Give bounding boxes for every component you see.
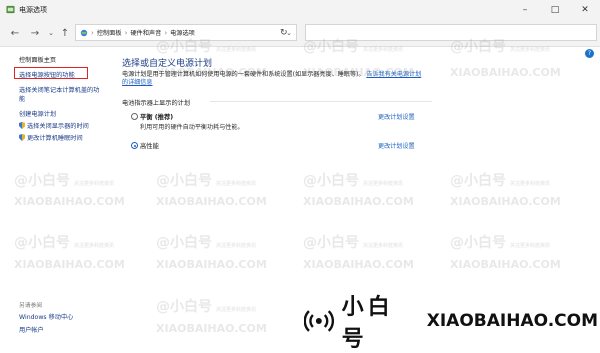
watermark-text: @小白号 关注更多科技资讯 <box>303 235 404 251</box>
watermark-text: @小白号 关注更多科技资讯 <box>450 235 551 251</box>
minimize-button[interactable]: – <box>510 0 540 20</box>
up-arrow-icon[interactable]: ↑ <box>58 26 72 40</box>
watermark-text: @小白号 关注更多科技资讯 <box>303 173 404 189</box>
watermark-text: XIAOBAIHAO.COM <box>303 258 414 271</box>
close-button[interactable]: ✕ <box>570 0 600 20</box>
watermark-text: XIAOBAIHAO.COM <box>303 195 414 208</box>
breadcrumb-separator: › <box>164 28 168 37</box>
sidebar-item-control-panel-home[interactable]: 控制面板主页 <box>19 55 56 64</box>
breadcrumb-control-panel[interactable]: 控制面板 <box>97 28 122 37</box>
plan-balanced-name: 平衡 (推荐) <box>140 114 174 121</box>
sidebar-item-label: 选择关闭显示器的时间 <box>27 123 89 130</box>
shield-icon <box>19 122 25 129</box>
plan-balanced-radio[interactable] <box>131 113 138 120</box>
breadcrumb-hardware-sound[interactable]: 硬件和声音 <box>130 28 161 37</box>
page-description: 电源计划是用于管理计算机如何使用电源的一套硬件和系统设置(如显示器亮度、睡眠等)… <box>122 71 427 88</box>
watermark-text: XIAOBAIHAO.COM <box>450 66 561 79</box>
watermark-text: XIAOBAIHAO.COM <box>450 195 561 208</box>
watermark-text: @小白号 关注更多科技资讯 <box>156 235 257 251</box>
power-options-icon <box>6 5 15 14</box>
back-arrow-icon[interactable]: ← <box>8 26 22 40</box>
page-title: 选择或自定义电源计划 <box>122 59 213 69</box>
sidebar-item-display-off[interactable]: 选择关闭显示器的时间 <box>19 121 89 130</box>
refresh-icon[interactable]: ↻ <box>280 28 288 38</box>
brand-name-cn: 小白号 <box>341 295 394 352</box>
plan-balanced-change-link[interactable]: 更改计划设置 <box>378 112 415 121</box>
section-label: 电池指示器上显示的计划 <box>122 100 191 107</box>
breadcrumb-separator: › <box>124 28 128 37</box>
sidebar-item-lid-close[interactable]: 选择关闭笔记本计算机盖的功 <box>19 85 99 94</box>
sidebar-item-create-plan[interactable]: 创建电源计划 <box>19 109 56 118</box>
plan-high-performance-radio[interactable] <box>131 142 138 149</box>
address-bar[interactable]: › 控制面板 › 硬件和声音 › 电源选项 ⌄ <box>75 24 297 41</box>
broadcast-icon <box>304 310 334 332</box>
watermark-text: @小白号 关注更多科技资讯 <box>450 173 551 189</box>
chevron-down-icon[interactable]: ⌄ <box>44 26 58 40</box>
plan-high-performance-name: 高性能 <box>140 143 159 150</box>
breadcrumb-power-options[interactable]: 电源选项 <box>170 28 195 37</box>
sidebar-item-power-button[interactable]: 选择电源按钮的功能 <box>19 70 75 79</box>
see-also-user-accounts[interactable]: 用户帐户 <box>19 325 44 334</box>
shield-icon <box>19 134 25 141</box>
see-also-heading: 另请参阅 <box>19 303 43 309</box>
help-icon[interactable]: ? <box>585 49 594 58</box>
title-bar: 电源选项 – □ ✕ <box>0 0 600 20</box>
sidebar-item-sleep-time[interactable]: 更改计算机睡眠时间 <box>19 133 83 142</box>
watermark-text: @小白号 关注更多科技资讯 <box>156 173 257 189</box>
navigation-bar: ← → ⌄ ↑ › 控制面板 › 硬件和声音 › 电源选项 ⌄ ↻ <box>0 20 600 47</box>
plan-high-performance-change-link[interactable]: 更改计划设置 <box>378 141 415 150</box>
brand-watermark: 小白号 XIAOBAIHAO.COM <box>288 295 598 352</box>
maximize-button[interactable]: □ <box>540 0 570 20</box>
forward-arrow-icon[interactable]: → <box>28 26 42 40</box>
search-input[interactable] <box>305 24 597 41</box>
watermark-text: @小白号 关注更多科技资讯 <box>156 299 257 315</box>
see-also-mobility-center[interactable]: Windows 移动中心 <box>19 312 73 321</box>
sidebar-item-lid-close-cont[interactable]: 能 <box>19 94 25 103</box>
window-title: 电源选项 <box>19 6 47 14</box>
watermark-text: XIAOBAIHAO.COM <box>156 195 267 208</box>
sidebar-item-label: 更改计算机睡眠时间 <box>27 135 83 142</box>
watermark-text: XIAOBAIHAO.COM <box>156 322 267 335</box>
watermark-text: XIAOBAIHAO.COM <box>156 258 267 271</box>
plan-balanced-desc: 利用可用的硬件自动平衡功耗与性能。 <box>140 124 244 131</box>
description-text: 电源计划是用于管理计算机如何使用电源的一套硬件和系统设置(如显示器亮度、睡眠等)… <box>122 71 365 78</box>
brand-name-en: XIAOBAIHAO.COM <box>426 311 598 331</box>
watermark-text: XIAOBAIHAO.COM <box>450 258 561 271</box>
breadcrumb-separator: › <box>91 28 94 37</box>
control-panel-icon <box>80 29 88 36</box>
section-divider <box>210 101 432 102</box>
